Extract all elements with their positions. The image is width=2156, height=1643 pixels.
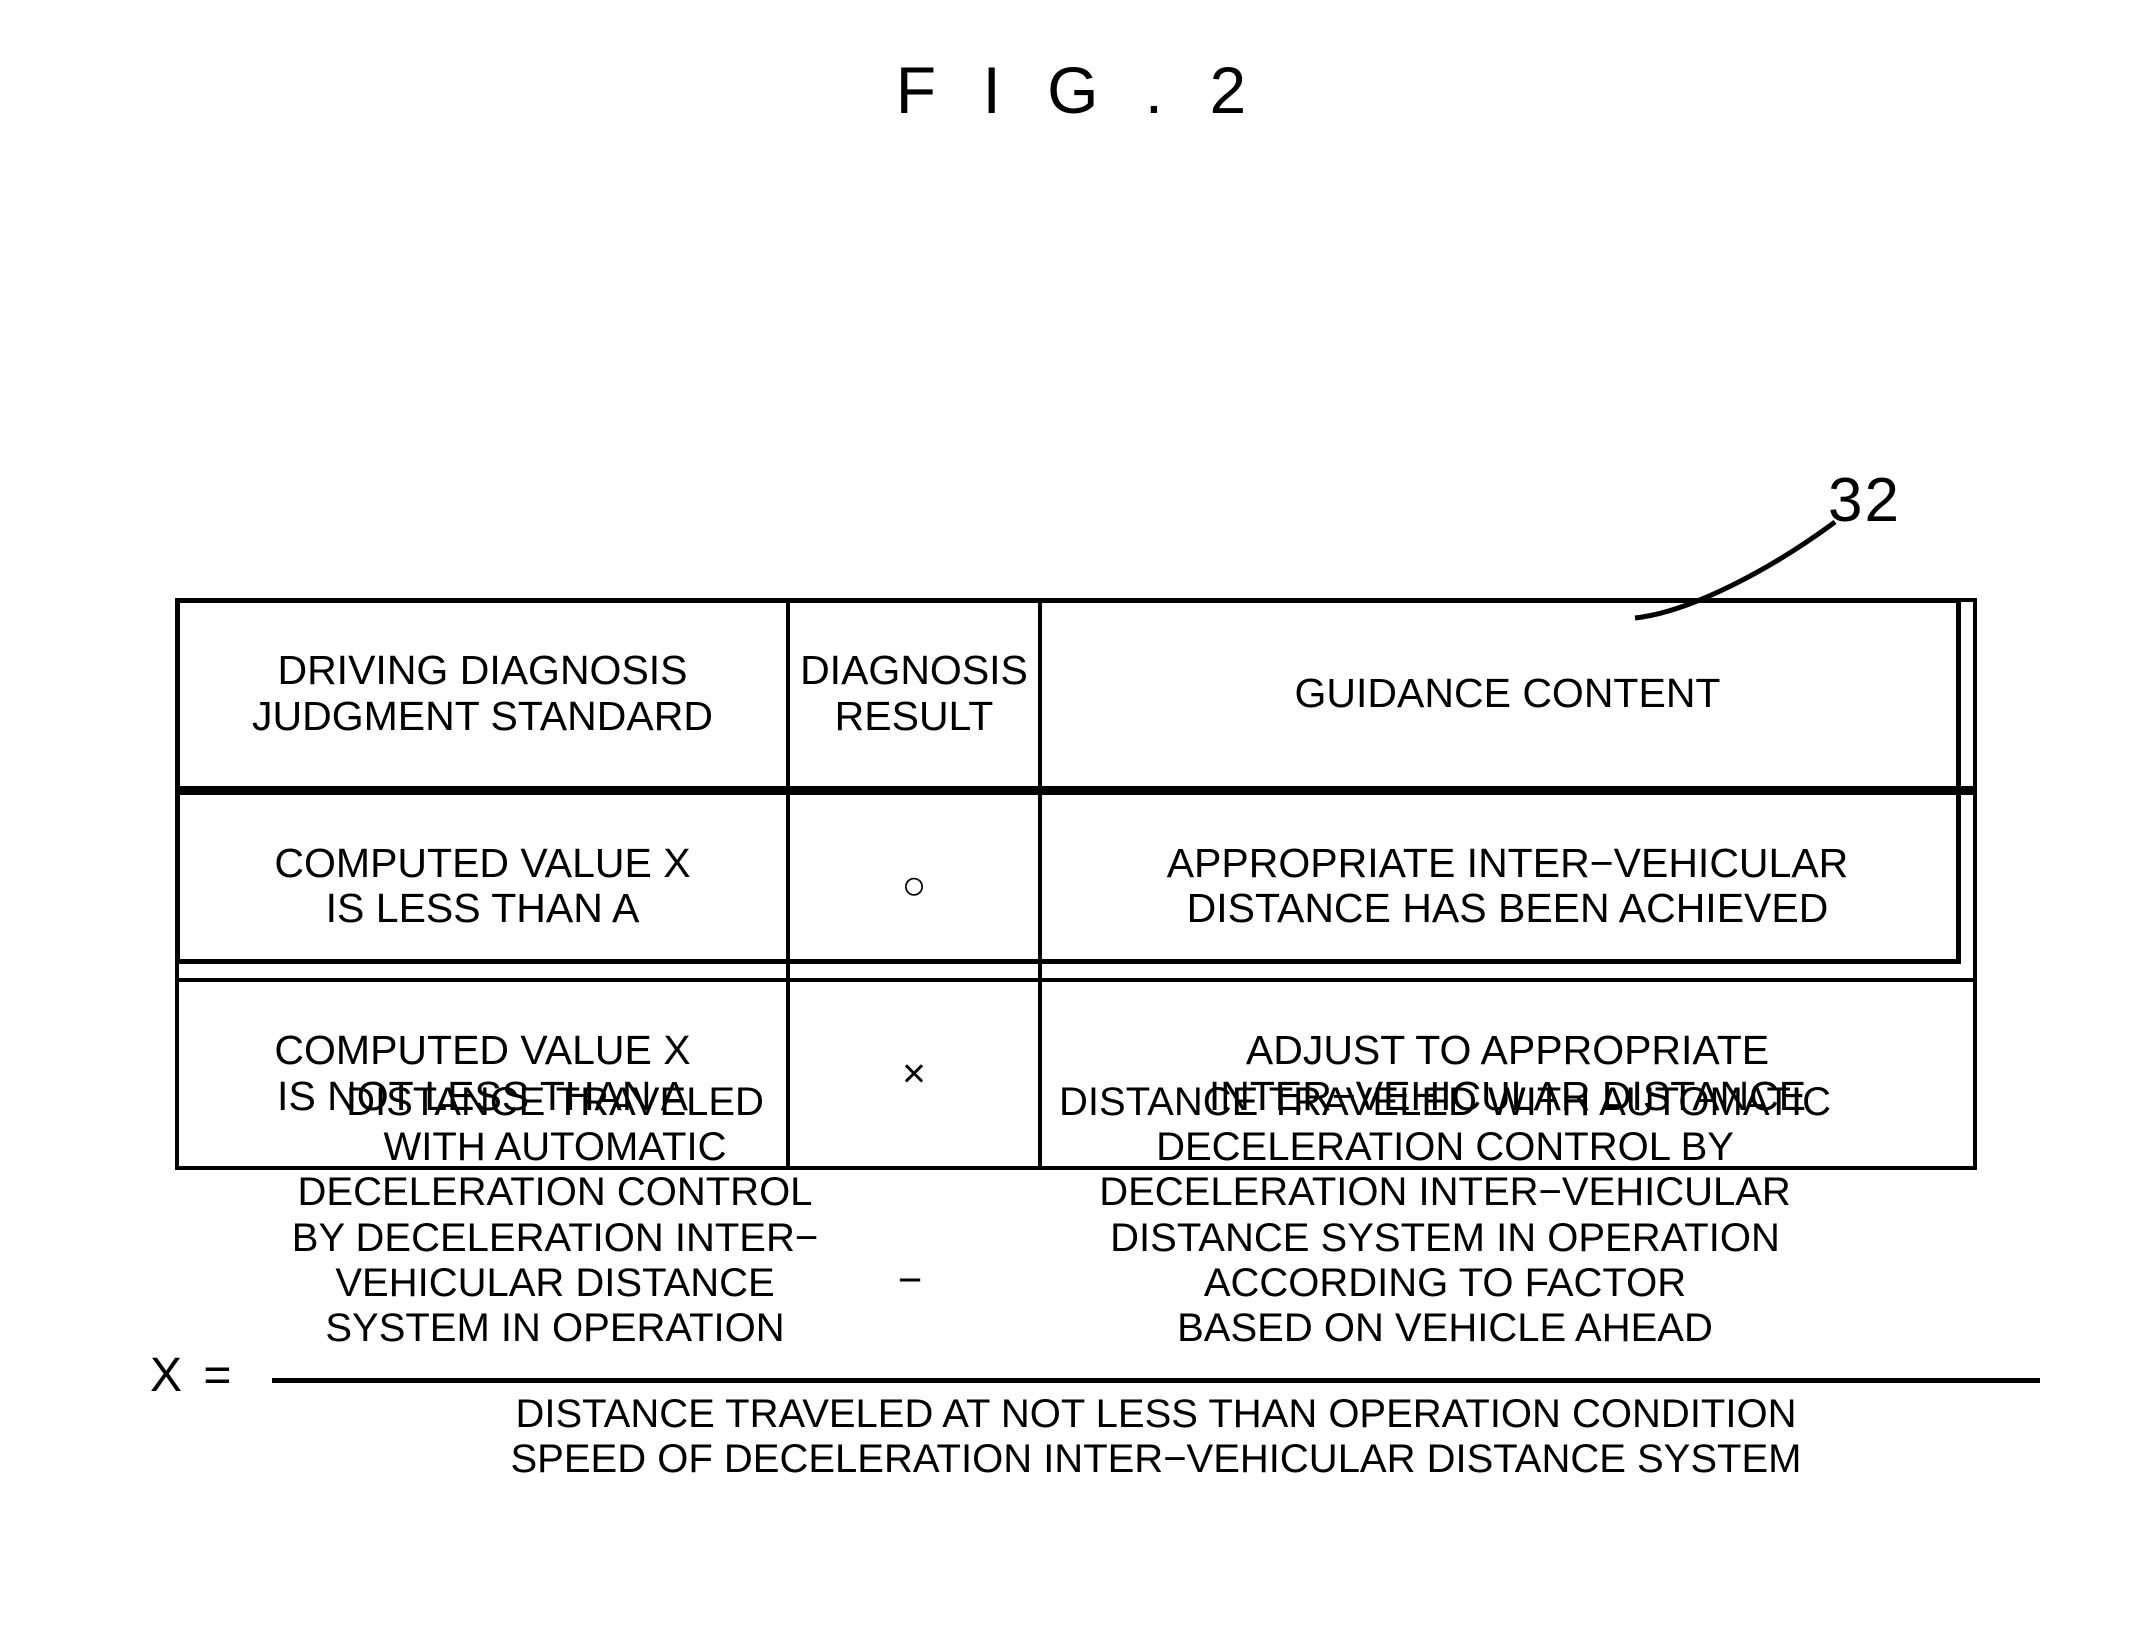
column-header-judgment-standard-label: DRIVING DIAGNOSIS JUDGMENT STANDARD [252, 646, 713, 739]
column-header-guidance-content-label: GUIDANCE CONTENT [1294, 669, 1721, 716]
table-row: COMPUTED VALUE X IS LESS THAN A ○ APPROP… [175, 788, 1977, 983]
table-header-row: DRIVING DIAGNOSIS JUDGMENT STANDARD DIAG… [175, 597, 1977, 795]
column-header-diagnosis-result: DIAGNOSIS RESULT [786, 597, 1042, 795]
cell-judgment-standard: COMPUTED VALUE X IS LESS THAN A [175, 788, 790, 983]
circle-ok-symbol: ○ [901, 862, 927, 909]
formula-numerator-right: DISTANCE TRAVELED WITH AUTOMATIC DECELER… [1059, 1080, 1831, 1350]
cell-diagnosis-result: ○ [786, 788, 1042, 983]
formula-minus-operator: − [897, 1255, 923, 1303]
formula-numerator-left: DISTANCE TRAVELED WITH AUTOMATIC DECELER… [291, 1080, 819, 1350]
cell-guidance-content-text: APPROPRIATE INTER−VEHICULAR DISTANCE HAS… [1166, 839, 1849, 932]
cell-guidance-content: APPROPRIATE INTER−VEHICULAR DISTANCE HAS… [1038, 788, 1977, 983]
figure-title: F I G . 2 [895, 53, 1261, 127]
reference-numeral-32: 32 [1828, 466, 1901, 535]
column-header-guidance-content: GUIDANCE CONTENT [1038, 597, 1977, 795]
cell-judgment-standard-text: COMPUTED VALUE X IS LESS THAN A [274, 839, 691, 932]
formula-denominator: DISTANCE TRAVELED AT NOT LESS THAN OPERA… [510, 1392, 1802, 1482]
column-header-judgment-standard: DRIVING DIAGNOSIS JUDGMENT STANDARD [175, 597, 790, 795]
formula-fraction-bar [272, 1378, 2040, 1383]
formula-numerator-row: DISTANCE TRAVELED WITH AUTOMATIC DECELER… [155, 1080, 2040, 1351]
formula-variable-label: X = [150, 1349, 236, 1402]
column-header-diagnosis-result-label: DIAGNOSIS RESULT [800, 646, 1028, 739]
